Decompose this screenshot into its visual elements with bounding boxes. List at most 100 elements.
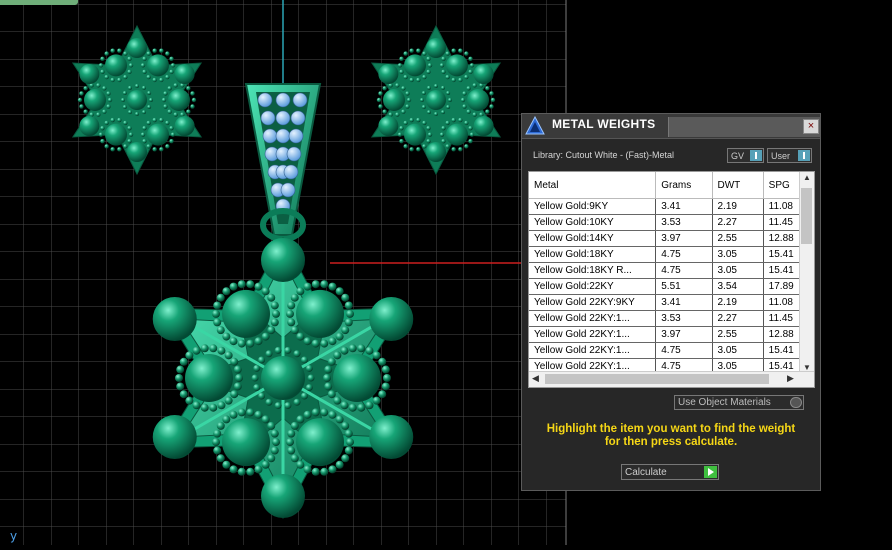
vertical-scroll-thumb[interactable] — [801, 188, 812, 244]
panel-titlebar[interactable]: METAL WEIGHTS × — [522, 114, 821, 139]
bead — [186, 86, 191, 91]
bead — [100, 125, 105, 131]
use-object-materials-dropdown[interactable]: Use Object Materials — [674, 395, 804, 410]
bead — [427, 85, 431, 90]
calculate-label: Calculate — [625, 467, 667, 478]
column-header-dwt[interactable]: DWT — [712, 172, 764, 199]
table-row[interactable]: Yellow Gold 22KY:1... 3.53 2.27 11.45 — [529, 310, 814, 327]
bead — [110, 48, 115, 53]
scroll-up-icon[interactable]: ▲ — [803, 173, 811, 182]
bead — [296, 460, 305, 469]
bead — [175, 374, 183, 382]
table-cell: Yellow Gold:9KY — [529, 198, 657, 215]
gem — [296, 289, 344, 338]
table-row[interactable]: Yellow Gold:18KY R... 4.75 3.05 15.41 — [529, 262, 814, 279]
bead — [142, 69, 147, 75]
table-row[interactable]: Yellow Gold 22KY:1... 4.75 3.05 15.41 — [529, 342, 814, 359]
bead — [335, 460, 344, 469]
scroll-right-icon[interactable]: ▶ — [787, 373, 794, 384]
bead — [327, 357, 336, 366]
horizontal-scrollbar[interactable]: ◀ ▶ — [529, 371, 814, 387]
table-row[interactable]: Yellow Gold:22KY 5.51 3.54 17.89 — [529, 278, 814, 295]
bead — [190, 104, 195, 109]
bead — [127, 138, 132, 144]
bead — [320, 339, 329, 348]
table-row[interactable]: Yellow Gold:10KY 3.53 2.27 11.45 — [529, 214, 814, 231]
close-icon[interactable]: × — [803, 119, 819, 134]
bead — [296, 287, 305, 296]
bead — [335, 287, 344, 296]
bead — [340, 401, 349, 410]
gem — [378, 116, 399, 136]
table-cell: 4.75 — [655, 342, 713, 359]
bead — [159, 117, 164, 123]
bead — [142, 56, 147, 62]
table-row[interactable]: Yellow Gold 22KY:1... 3.97 2.55 12.88 — [529, 326, 814, 343]
scroll-left-icon[interactable]: ◀ — [532, 373, 539, 384]
bead — [123, 51, 128, 56]
gv-label: GV — [731, 151, 745, 161]
bead — [305, 364, 313, 372]
calculate-button[interactable]: Calculate — [621, 464, 719, 480]
bead — [323, 374, 331, 382]
bead — [96, 83, 101, 88]
gv-dropdown[interactable]: GV — [727, 148, 764, 163]
blue-stone — [257, 92, 273, 108]
bead — [378, 104, 383, 109]
bead — [237, 339, 246, 348]
bead — [464, 51, 469, 56]
bead — [140, 63, 146, 68]
bead — [451, 147, 456, 152]
bead — [441, 138, 446, 144]
table-cell: 2.19 — [712, 294, 764, 311]
bead — [290, 454, 299, 463]
horizontal-scroll-thumb[interactable] — [545, 374, 769, 384]
bead — [446, 91, 451, 95]
gem — [147, 123, 169, 146]
table-row[interactable]: Yellow Gold:18KY 4.75 3.05 15.41 — [529, 246, 814, 263]
bead — [446, 105, 451, 109]
bead — [333, 396, 342, 405]
blue-stone — [290, 110, 306, 126]
bead — [185, 351, 194, 360]
bead — [462, 91, 467, 96]
titlebar-drag-area[interactable] — [668, 117, 821, 137]
bead — [159, 48, 164, 53]
table-row[interactable]: Yellow Gold 22KY:9KY 3.41 2.19 11.08 — [529, 294, 814, 311]
bead — [265, 350, 273, 358]
bead — [146, 144, 151, 149]
table-cell: 2.19 — [712, 198, 764, 215]
column-header-metal[interactable]: Metal — [529, 172, 657, 199]
user-dropdown[interactable]: User — [767, 148, 812, 163]
bead — [427, 132, 433, 137]
bead — [140, 132, 146, 137]
vertical-scrollbar[interactable]: ▲ ▼ — [799, 172, 814, 373]
bead — [327, 390, 336, 399]
bead — [472, 112, 477, 117]
gem — [378, 64, 399, 84]
table-cell: 3.05 — [712, 342, 764, 359]
metal-table[interactable]: Metal Grams DWT SPG Yellow Gold:9KY 3.41 2… — [528, 171, 815, 388]
bead — [100, 138, 105, 144]
bead — [320, 280, 329, 289]
bead — [311, 280, 320, 289]
bead — [372, 396, 381, 405]
blue-stone — [262, 128, 278, 144]
gem — [168, 89, 190, 111]
bead — [222, 287, 231, 296]
table-row[interactable]: Yellow Gold:9KY 3.41 2.19 11.08 — [529, 198, 814, 215]
bead — [434, 112, 438, 116]
bead — [272, 438, 280, 447]
bead — [341, 421, 350, 430]
bead — [192, 401, 201, 410]
bead — [472, 83, 477, 88]
table-row[interactable]: Yellow Gold:14KY 3.97 2.55 12.88 — [529, 230, 814, 247]
column-header-grams[interactable]: Grams — [655, 172, 713, 199]
bead — [422, 74, 427, 80]
bead — [212, 438, 220, 447]
bead — [104, 51, 109, 56]
bead — [274, 346, 282, 354]
bead — [117, 147, 122, 152]
bead — [209, 403, 218, 412]
bead — [303, 465, 312, 474]
